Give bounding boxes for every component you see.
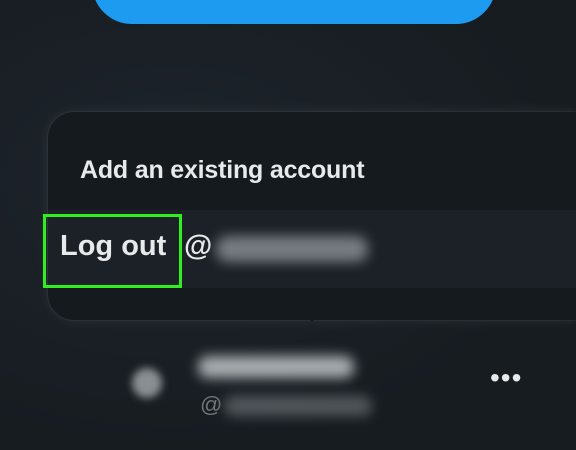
add-existing-account-item[interactable]: Add an existing account (80, 156, 576, 185)
account-switcher-button[interactable]: @ ••• (0, 330, 576, 440)
popup-caret (300, 310, 324, 322)
logout-highlight-box (43, 214, 182, 288)
account-handle-prefix: @ (200, 392, 223, 417)
post-button[interactable] (92, 0, 496, 24)
avatar (132, 368, 162, 398)
logout-handle-prefix: @ (184, 230, 213, 262)
more-options-icon[interactable]: ••• (490, 364, 522, 392)
blurred-account-handle (224, 396, 372, 416)
account-switcher-screen: Add an existing account Log out @ @ ••• (0, 0, 576, 450)
blurred-display-name (198, 356, 354, 378)
blurred-handle (216, 236, 368, 262)
